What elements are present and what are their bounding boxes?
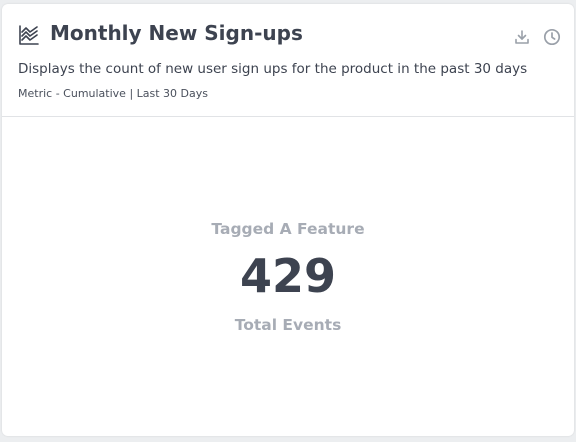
download-icon[interactable]: [512, 27, 532, 47]
clock-icon[interactable]: [542, 27, 562, 47]
widget-description: Displays the count of new user sign ups …: [18, 61, 528, 77]
metric-value: 429: [239, 249, 337, 303]
widget-card: Monthly New Sign-ups Displays the count …: [2, 4, 574, 436]
widget-title: Monthly New Sign-ups: [50, 21, 303, 45]
widget-meta: Metric - Cumulative | Last 30 Days: [18, 87, 208, 100]
metric-unit: Total Events: [234, 316, 342, 334]
widget-actions: [512, 27, 562, 47]
widget-header: Monthly New Sign-ups Displays the count …: [2, 4, 574, 117]
line-chart-icon: [18, 24, 40, 46]
metric-label: Tagged A Feature: [211, 220, 365, 238]
widget-body: Tagged A Feature 429 Total Events: [2, 117, 574, 436]
